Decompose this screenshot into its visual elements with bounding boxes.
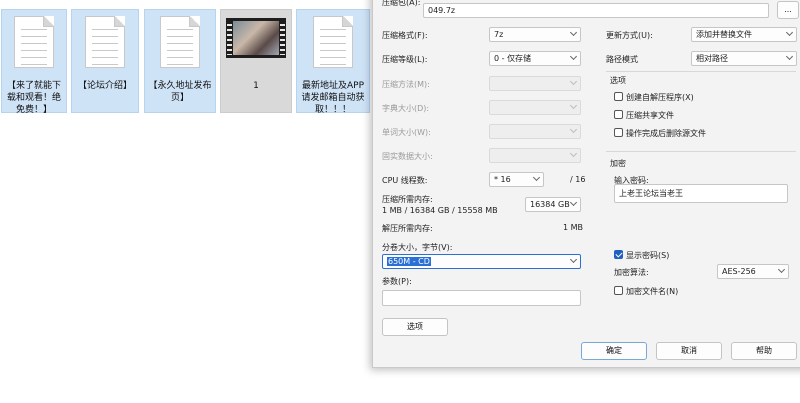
chevron-down-icon xyxy=(569,28,578,37)
cancel-button[interactable]: 取消 xyxy=(656,342,722,360)
level-label: 压缩等级(L): xyxy=(382,55,428,64)
word-size-label: 单词大小(W): xyxy=(382,128,431,137)
chevron-down-icon xyxy=(569,255,578,264)
chevron-down-icon xyxy=(569,125,578,134)
file-label: 1 xyxy=(253,81,259,91)
chevron-down-icon xyxy=(785,52,794,61)
decompress-memory-label: 解压所需内存: xyxy=(382,224,433,233)
delete-after-checkbox-label[interactable]: 操作完成后删除源文件 xyxy=(626,128,706,139)
archive-label: 压缩包(A): xyxy=(382,0,421,7)
archive-name-field[interactable]: 049.7z xyxy=(423,3,769,18)
ok-button[interactable]: 确定 xyxy=(581,342,647,360)
path-mode-label: 路径模式 xyxy=(606,55,638,64)
file-item[interactable]: 【论坛介绍】 xyxy=(71,9,139,113)
file-item[interactable]: 最新地址及APP请发邮箱自动获取！！！ xyxy=(296,9,370,115)
memory-detail: 1 MB / 16384 GB / 15558 MB xyxy=(382,206,498,215)
encryption-method-label: 加密算法: xyxy=(614,268,649,277)
update-mode-select[interactable]: 添加并替换文件 xyxy=(691,27,797,42)
encryption-method-select[interactable]: AES-256 xyxy=(717,264,789,279)
text-file-icon xyxy=(14,16,54,68)
sfx-checkbox-label[interactable]: 创建自解压程序(X) xyxy=(626,92,694,103)
chevron-down-icon xyxy=(777,265,786,274)
password-field[interactable]: 上老王论坛当老王 xyxy=(614,184,788,203)
file-label: 【论坛介绍】 xyxy=(77,81,132,91)
delete-after-checkbox[interactable] xyxy=(614,128,623,137)
method-select xyxy=(489,76,581,91)
cpu-threads-label: CPU 线程数: xyxy=(382,176,428,185)
format-select[interactable]: 7z xyxy=(489,27,581,42)
desktop: 【来了就能下载和观看！绝免费！】 【论坛介绍】 【永久地址发布页】 1 最新地址… xyxy=(0,0,800,403)
text-file-icon xyxy=(313,16,353,68)
file-item[interactable]: 1 xyxy=(220,9,292,113)
show-password-label[interactable]: 显示密码(S) xyxy=(626,250,669,261)
file-label: 【永久地址发布页】 xyxy=(148,81,212,103)
encryption-group xyxy=(606,151,796,152)
file-item[interactable]: 【永久地址发布页】 xyxy=(144,9,216,113)
add-to-archive-dialog: 压缩包(A): 049.7z ... 压缩格式(F): 7z 压缩等级(L): … xyxy=(372,0,800,368)
options-group xyxy=(606,71,796,72)
word-size-select xyxy=(489,124,581,139)
cpu-threads-total: / 16 xyxy=(570,175,586,184)
chevron-down-icon xyxy=(785,28,794,37)
chevron-down-icon xyxy=(569,52,578,61)
split-size-select[interactable]: 650M - CD xyxy=(382,254,581,269)
browse-button[interactable]: ... xyxy=(777,1,799,19)
level-select[interactable]: 0 - 仅存储 xyxy=(489,51,581,66)
memory-label: 压缩所需内存: xyxy=(382,195,433,204)
dictionary-select xyxy=(489,100,581,115)
format-label: 压缩格式(F): xyxy=(382,31,428,40)
file-item[interactable]: 【来了就能下载和观看！绝免费！】 xyxy=(1,9,67,115)
show-password-checkbox[interactable] xyxy=(614,250,623,259)
shared-files-checkbox-label[interactable]: 压缩共享文件 xyxy=(626,110,674,121)
dictionary-label: 字典大小(D): xyxy=(382,104,430,113)
chevron-down-icon xyxy=(569,149,578,158)
params-label: 参数(P): xyxy=(382,277,412,286)
file-label: 最新地址及APP请发邮箱自动获取！！！ xyxy=(301,81,365,115)
shared-files-checkbox[interactable] xyxy=(614,110,623,119)
solid-block-select xyxy=(489,148,581,163)
text-file-icon xyxy=(85,16,125,68)
video-file-icon xyxy=(226,18,286,58)
solid-block-label: 固实数据大小: xyxy=(382,152,433,161)
encrypt-names-label[interactable]: 加密文件名(N) xyxy=(626,286,678,297)
update-mode-label: 更新方式(U): xyxy=(606,31,653,40)
cpu-threads-select[interactable]: * 16 xyxy=(489,172,544,187)
path-mode-select[interactable]: 相对路径 xyxy=(691,51,797,66)
decompress-memory-value: 1 MB xyxy=(563,223,584,232)
help-button[interactable]: 帮助 xyxy=(731,342,797,360)
method-label: 压缩方法(M): xyxy=(382,80,430,89)
encryption-group-title: 加密 xyxy=(610,159,626,168)
options-group-title: 选项 xyxy=(610,76,626,85)
text-file-icon xyxy=(160,16,200,68)
options-button[interactable]: 选项 xyxy=(382,318,448,336)
params-field[interactable] xyxy=(382,290,581,306)
encrypt-names-checkbox[interactable] xyxy=(614,286,623,295)
file-label: 【来了就能下载和观看！绝免费！】 xyxy=(6,81,61,115)
chevron-down-icon xyxy=(569,198,578,207)
chevron-down-icon xyxy=(569,101,578,110)
sfx-checkbox[interactable] xyxy=(614,92,623,101)
chevron-down-icon xyxy=(532,173,541,182)
memory-select[interactable]: 16384 GB xyxy=(525,197,581,212)
split-size-label: 分卷大小，字节(V): xyxy=(382,243,453,252)
chevron-down-icon xyxy=(569,77,578,86)
